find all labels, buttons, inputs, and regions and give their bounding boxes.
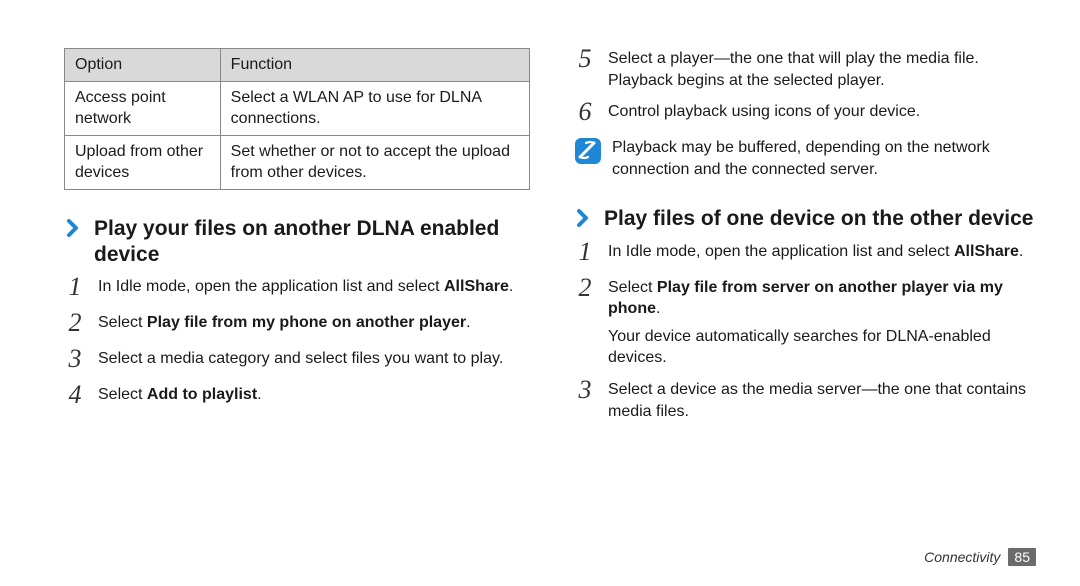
- step-item: 5 Select a player—the one that will play…: [574, 48, 1040, 91]
- step-item: 3 Select a media category and select fil…: [64, 348, 530, 374]
- table-cell-function: Select a WLAN AP to use for DLNA connect…: [220, 81, 529, 135]
- section-heading-text: Play files of one device on the other de…: [604, 207, 1033, 230]
- step-bold: Play file from server on another player …: [608, 279, 1003, 318]
- chevron-right-icon: [64, 219, 82, 237]
- step-item: 4 Select Add to playlist.: [64, 384, 530, 410]
- step-text: Select Play file from server on another …: [608, 277, 1040, 369]
- step-text: Select a device as the media server—the …: [608, 379, 1040, 422]
- step-text: Select Add to playlist.: [98, 384, 530, 406]
- step-number: 4: [64, 382, 86, 408]
- options-table: Option Function Access point network Sel…: [64, 48, 530, 190]
- step-bold: AllShare: [954, 243, 1019, 260]
- step-text: In Idle mode, open the application list …: [98, 276, 530, 298]
- step-post: .: [466, 314, 470, 331]
- section1-steps: 1 In Idle mode, open the application lis…: [64, 276, 530, 410]
- step-bold: Play file from my phone on another playe…: [147, 314, 466, 331]
- section-heading-text: Play your files on another DLNA enabled …: [94, 217, 499, 266]
- step-number: 2: [64, 310, 86, 336]
- step-number: 1: [574, 239, 596, 265]
- step-post: .: [656, 300, 660, 317]
- table-cell-function: Set whether or not to accept the upload …: [220, 135, 529, 189]
- section-heading-play-on-dlna: Play your files on another DLNA enabled …: [64, 216, 530, 269]
- chevron-right-icon: [574, 209, 592, 227]
- table-header-function: Function: [220, 49, 529, 82]
- step-number: 5: [574, 46, 596, 72]
- footer-section-name: Connectivity: [924, 549, 1000, 565]
- note-row: Playback may be buffered, depending on t…: [574, 137, 1040, 180]
- step-text: Select a player—the one that will play t…: [608, 48, 1040, 91]
- step-post: .: [1019, 243, 1023, 260]
- step-number: 3: [64, 346, 86, 372]
- page-footer: Connectivity 85: [924, 548, 1036, 566]
- step-number: 1: [64, 274, 86, 300]
- right-column: 5 Select a player—the one that will play…: [574, 48, 1040, 554]
- section-heading-play-other-device: Play files of one device on the other de…: [574, 206, 1040, 232]
- continued-steps: 5 Select a player—the one that will play…: [574, 48, 1040, 127]
- step-item: 6 Control playback using icons of your d…: [574, 101, 1040, 127]
- left-column: Option Function Access point network Sel…: [64, 48, 530, 554]
- table-row: Access point network Select a WLAN AP to…: [65, 81, 530, 135]
- step-bold: AllShare: [444, 278, 509, 295]
- note-text: Playback may be buffered, depending on t…: [612, 137, 1040, 180]
- step-post: .: [509, 278, 513, 295]
- step-text: Control playback using icons of your dev…: [608, 101, 1040, 123]
- step-pre: In Idle mode, open the application list …: [98, 278, 444, 295]
- step-pre: Select: [98, 314, 147, 331]
- step-number: 2: [574, 275, 596, 301]
- step-text: In Idle mode, open the application list …: [608, 241, 1040, 263]
- step-number: 3: [574, 377, 596, 403]
- table-header-option: Option: [65, 49, 221, 82]
- table-header-row: Option Function: [65, 49, 530, 82]
- note-icon: [574, 137, 602, 165]
- table-row: Upload from other devices Set whether or…: [65, 135, 530, 189]
- table-cell-option: Upload from other devices: [65, 135, 221, 189]
- step-post: .: [257, 386, 261, 403]
- step-pre: In Idle mode, open the application list …: [608, 243, 954, 260]
- step-item: 3 Select a device as the media server—th…: [574, 379, 1040, 422]
- step-text: Select Play file from my phone on anothe…: [98, 312, 530, 334]
- page: Option Function Access point network Sel…: [0, 0, 1080, 586]
- step-after: Your device automatically searches for D…: [608, 326, 1040, 369]
- step-bold: Add to playlist: [147, 386, 257, 403]
- footer-page-number: 85: [1008, 548, 1036, 566]
- step-pre: Select: [608, 279, 657, 296]
- step-item: 2 Select Play file from server on anothe…: [574, 277, 1040, 369]
- step-item: 2 Select Play file from my phone on anot…: [64, 312, 530, 338]
- table-cell-option: Access point network: [65, 81, 221, 135]
- step-pre: Select: [98, 386, 147, 403]
- step-number: 6: [574, 99, 596, 125]
- section2-steps: 1 In Idle mode, open the application lis…: [574, 241, 1040, 423]
- step-item: 1 In Idle mode, open the application lis…: [64, 276, 530, 302]
- step-item: 1 In Idle mode, open the application lis…: [574, 241, 1040, 267]
- step-pre: Select a media category and select files…: [98, 350, 503, 367]
- step-text: Select a media category and select files…: [98, 348, 530, 370]
